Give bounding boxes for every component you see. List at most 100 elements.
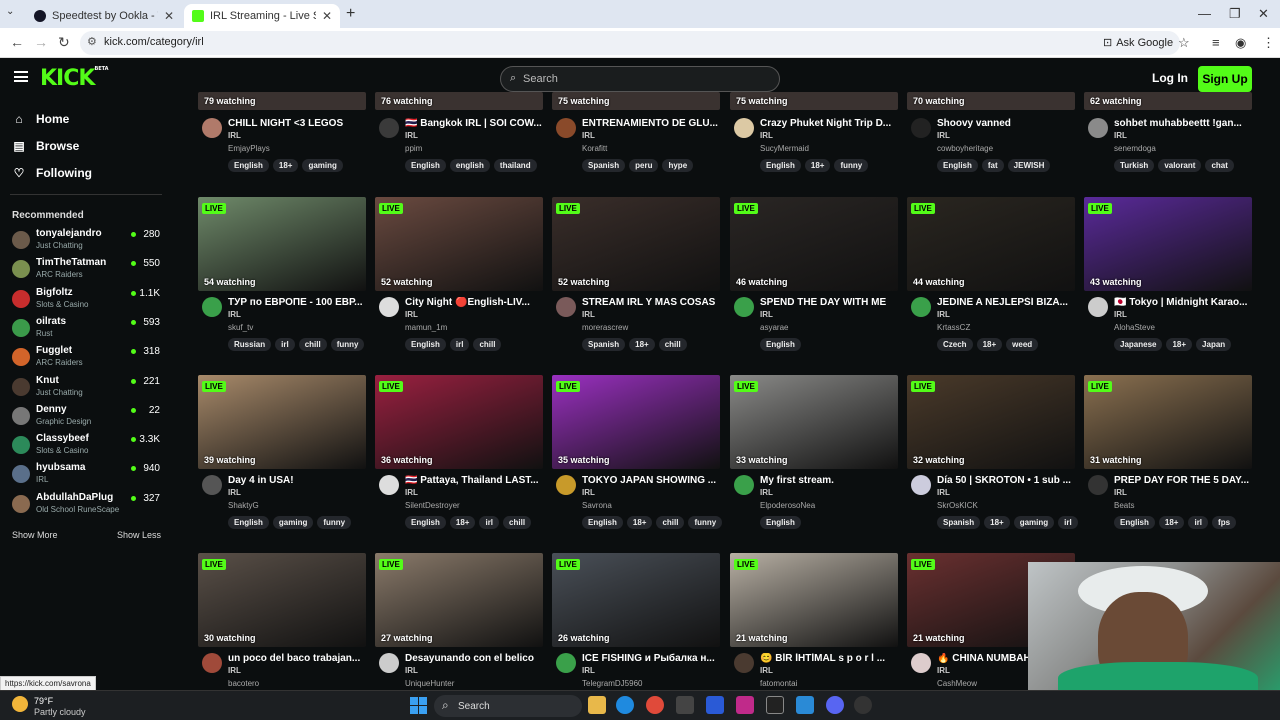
app-icon[interactable] bbox=[796, 696, 814, 714]
tag[interactable]: Spanish bbox=[937, 516, 981, 529]
recommended-channel[interactable]: Knut Just Chatting 221 bbox=[12, 375, 160, 401]
stream-title[interactable]: JEDINE A NEJLEPŠÍ BIZA... bbox=[937, 297, 1075, 308]
stream-title[interactable]: SPEND THE DAY WITH ME bbox=[760, 297, 898, 308]
streamer-name[interactable]: skuf_tv bbox=[228, 323, 253, 332]
tag[interactable]: English bbox=[760, 159, 801, 172]
tag[interactable]: chill bbox=[658, 338, 687, 351]
tag[interactable]: English bbox=[405, 159, 446, 172]
stream-thumbnail[interactable]: 62 watching bbox=[1084, 92, 1252, 110]
login-button[interactable]: Log In bbox=[1152, 71, 1188, 85]
recommended-channel[interactable]: oilrats Rust 593 bbox=[12, 316, 160, 342]
avatar[interactable] bbox=[379, 653, 399, 673]
back-icon[interactable]: ← bbox=[10, 34, 24, 50]
tag[interactable]: 18+ bbox=[449, 516, 476, 529]
tag[interactable]: 18+ bbox=[626, 516, 653, 529]
app-icon[interactable] bbox=[676, 696, 694, 714]
stream-title[interactable]: un poco del baco trabajan... bbox=[228, 653, 366, 664]
streamer-name[interactable]: Beats bbox=[1114, 501, 1134, 510]
stream-thumbnail[interactable]: LIVE 43 watching bbox=[1084, 197, 1252, 291]
tag[interactable]: gaming bbox=[302, 159, 343, 172]
avatar[interactable] bbox=[1088, 297, 1108, 317]
recommended-channel[interactable]: hyubsama IRL 940 bbox=[12, 462, 160, 488]
recommended-channel[interactable]: Denny Graphic Design 22 bbox=[12, 404, 160, 430]
tab-speedtest[interactable]: Speedtest by Ookla - The Glob ✕ bbox=[26, 4, 182, 28]
nav-browse[interactable]: ▤ Browse bbox=[12, 139, 79, 153]
tag[interactable]: English bbox=[405, 338, 446, 351]
stream-category[interactable]: IRL bbox=[760, 488, 773, 497]
stream-category[interactable]: IRL bbox=[405, 488, 418, 497]
avatar[interactable] bbox=[911, 118, 931, 138]
avatar[interactable] bbox=[1088, 475, 1108, 495]
chrome-icon[interactable] bbox=[646, 696, 664, 714]
tag[interactable]: 18+ bbox=[984, 516, 1010, 529]
tag[interactable]: valorant bbox=[1158, 159, 1202, 172]
stream-thumbnail[interactable]: 70 watching bbox=[907, 92, 1075, 110]
stream-thumbnail[interactable]: LIVE 27 watching bbox=[375, 553, 543, 647]
avatar[interactable] bbox=[911, 653, 931, 673]
stream-category[interactable]: IRL bbox=[228, 131, 241, 140]
stream-category[interactable]: IRL bbox=[937, 666, 950, 675]
tag[interactable]: Japanese bbox=[1114, 338, 1163, 351]
stream-thumbnail[interactable]: 75 watching bbox=[730, 92, 898, 110]
stream-thumbnail[interactable]: LIVE 52 watching bbox=[552, 197, 720, 291]
streamer-name[interactable]: ShaktyG bbox=[228, 501, 259, 510]
streamer-name[interactable]: KrtassCZ bbox=[937, 323, 970, 332]
tag[interactable]: funny bbox=[834, 159, 869, 172]
stream-thumbnail[interactable]: LIVE 44 watching bbox=[907, 197, 1075, 291]
stream-thumbnail[interactable]: LIVE 39 watching bbox=[198, 375, 366, 469]
stream-category[interactable]: IRL bbox=[937, 131, 950, 140]
streamer-name[interactable]: AlohaSteve bbox=[1114, 323, 1155, 332]
stream-thumbnail[interactable]: LIVE 26 watching bbox=[552, 553, 720, 647]
stream-category[interactable]: IRL bbox=[937, 310, 950, 319]
media-icon[interactable]: ≡ bbox=[1212, 35, 1220, 50]
streamer-name[interactable]: asyarae bbox=[760, 323, 788, 332]
streamer-name[interactable]: mamun_1m bbox=[405, 323, 447, 332]
tag[interactable]: fps bbox=[1212, 516, 1237, 529]
tag[interactable]: chill bbox=[473, 338, 502, 351]
stream-title[interactable]: 🇯🇵 Tokyo | Midnight Karao... bbox=[1114, 297, 1252, 308]
tag[interactable]: English bbox=[405, 516, 446, 529]
stream-thumbnail[interactable]: LIVE 30 watching bbox=[198, 553, 366, 647]
stream-category[interactable]: IRL bbox=[582, 666, 595, 675]
avatar[interactable] bbox=[379, 118, 399, 138]
tag[interactable]: Turkish bbox=[1114, 159, 1155, 172]
tag[interactable]: chill bbox=[298, 338, 327, 351]
avatar[interactable] bbox=[734, 118, 754, 138]
stream-category[interactable]: IRL bbox=[760, 131, 773, 140]
stream-title[interactable]: ТУР по ЕВРОПЕ - 100 ЕВР... bbox=[228, 297, 366, 308]
discord-icon[interactable] bbox=[826, 696, 844, 714]
streamer-name[interactable]: CashMeow bbox=[937, 679, 977, 688]
streamer-name[interactable]: morerascrew bbox=[582, 323, 628, 332]
stream-category[interactable]: IRL bbox=[760, 666, 773, 675]
stream-thumbnail[interactable]: LIVE 33 watching bbox=[730, 375, 898, 469]
streamer-name[interactable]: bacotero bbox=[228, 679, 259, 688]
tag[interactable]: chill bbox=[656, 516, 685, 529]
tag[interactable]: hype bbox=[662, 159, 694, 172]
tag[interactable]: English bbox=[937, 159, 978, 172]
kick-logo[interactable]: KICKBETA bbox=[40, 66, 109, 91]
stream-thumbnail[interactable]: LIVE 54 watching bbox=[198, 197, 366, 291]
avatar[interactable] bbox=[734, 297, 754, 317]
streamer-name[interactable]: Savrona bbox=[582, 501, 612, 510]
stream-category[interactable]: IRL bbox=[582, 310, 595, 319]
app-icon[interactable] bbox=[854, 696, 872, 714]
stream-title[interactable]: Desayunando con el belico bbox=[405, 653, 543, 664]
tag[interactable]: 18+ bbox=[804, 159, 831, 172]
tag[interactable]: weed bbox=[1006, 338, 1039, 351]
minimize-icon[interactable]: — bbox=[1198, 6, 1211, 21]
stream-title[interactable]: Día 50 | SKROTON • 1 sub ... bbox=[937, 475, 1075, 486]
stream-category[interactable]: IRL bbox=[1114, 131, 1127, 140]
avatar[interactable] bbox=[1088, 118, 1108, 138]
tag[interactable]: English bbox=[582, 516, 623, 529]
tab-irl-streaming[interactable]: IRL Streaming - Live Streams or ✕ bbox=[184, 4, 340, 28]
stream-category[interactable]: IRL bbox=[582, 488, 595, 497]
stream-thumbnail[interactable]: LIVE 36 watching bbox=[375, 375, 543, 469]
stream-title[interactable]: City Night 🔴English-LIV... bbox=[405, 297, 543, 308]
show-more-button[interactable]: Show More bbox=[12, 530, 58, 540]
recommended-channel[interactable]: Fugglet ARC Raiders 318 bbox=[12, 345, 160, 371]
forward-icon[interactable]: → bbox=[34, 34, 48, 50]
search-input[interactable]: ⌕ Search bbox=[500, 66, 780, 92]
reload-icon[interactable]: ↻ bbox=[58, 34, 70, 51]
windows-start-icon[interactable] bbox=[410, 697, 427, 714]
tag[interactable]: Spanish bbox=[582, 159, 626, 172]
